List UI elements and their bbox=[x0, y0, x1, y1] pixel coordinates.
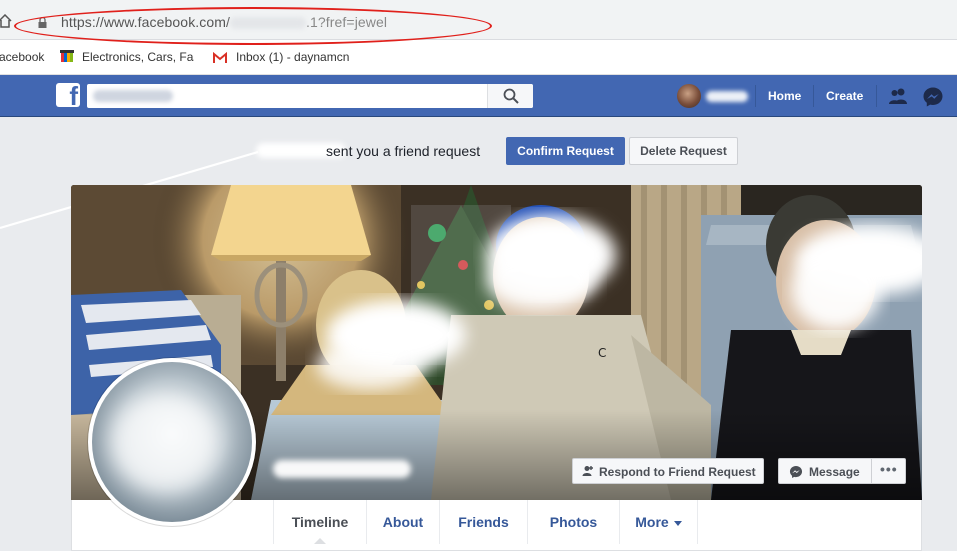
bookmark-facebook[interactable]: acebook bbox=[0, 50, 44, 64]
home-icon[interactable] bbox=[0, 14, 12, 28]
nav-divider bbox=[813, 85, 814, 107]
tab-photos[interactable]: Photos bbox=[527, 500, 619, 544]
bookmark-gmail[interactable]: Inbox (1) - daynamcn bbox=[236, 50, 350, 64]
more-options-icon[interactable]: ••• bbox=[880, 461, 898, 477]
chevron-down-icon bbox=[673, 520, 682, 526]
facebook-logo-icon[interactable]: f bbox=[56, 83, 80, 107]
tab-friends[interactable]: Friends bbox=[439, 500, 527, 544]
profile-picture-image bbox=[92, 362, 252, 522]
respond-label: Respond to Friend Request bbox=[599, 465, 756, 479]
gmail-icon bbox=[213, 52, 227, 64]
page: https://www.facebook.com/.1?fref=jewel a… bbox=[0, 0, 957, 551]
search-query-redaction bbox=[93, 90, 173, 102]
tab-timeline[interactable]: Timeline bbox=[273, 500, 366, 544]
user-name-redaction[interactable] bbox=[706, 91, 748, 102]
friend-request-text: sent you a friend request bbox=[326, 143, 481, 159]
home-link[interactable]: Home bbox=[768, 89, 801, 103]
annotation-ellipse bbox=[14, 7, 492, 45]
friends-icon[interactable] bbox=[888, 86, 908, 106]
profile-picture-redaction bbox=[110, 392, 220, 492]
profile-name-redaction bbox=[273, 460, 411, 478]
profile-picture[interactable] bbox=[88, 358, 256, 526]
bookmark-ebay[interactable]: Electronics, Cars, Fas bbox=[82, 50, 194, 64]
message-button[interactable]: Message ••• bbox=[778, 458, 906, 484]
nav-divider bbox=[755, 85, 756, 107]
messenger-icon bbox=[789, 465, 803, 479]
facebook-top-bar: f Home Create bbox=[0, 75, 957, 117]
confirm-request-button[interactable]: Confirm Request bbox=[506, 137, 625, 165]
tab-more[interactable]: More bbox=[619, 500, 698, 544]
respond-friend-request-button[interactable]: Respond to Friend Request bbox=[572, 458, 764, 484]
search-input[interactable] bbox=[87, 84, 533, 108]
tab-more-label: More bbox=[635, 514, 669, 530]
button-divider bbox=[871, 459, 872, 483]
bookmarks-bar: acebook Electronics, Cars, Fas Inbox (1)… bbox=[0, 40, 957, 75]
delete-request-button[interactable]: Delete Request bbox=[629, 137, 738, 165]
search-button[interactable] bbox=[487, 84, 533, 108]
message-label: Message bbox=[809, 465, 860, 479]
avatar[interactable] bbox=[677, 84, 701, 108]
nav-divider bbox=[876, 85, 877, 107]
add-friend-icon bbox=[582, 466, 593, 476]
svg-text:C: C bbox=[598, 346, 606, 360]
create-link[interactable]: Create bbox=[826, 89, 863, 103]
ebay-icon bbox=[60, 50, 74, 62]
search-icon bbox=[503, 88, 519, 104]
messenger-icon[interactable] bbox=[922, 86, 944, 108]
tab-about[interactable]: About bbox=[366, 500, 439, 544]
logo-letter: f bbox=[69, 83, 78, 107]
